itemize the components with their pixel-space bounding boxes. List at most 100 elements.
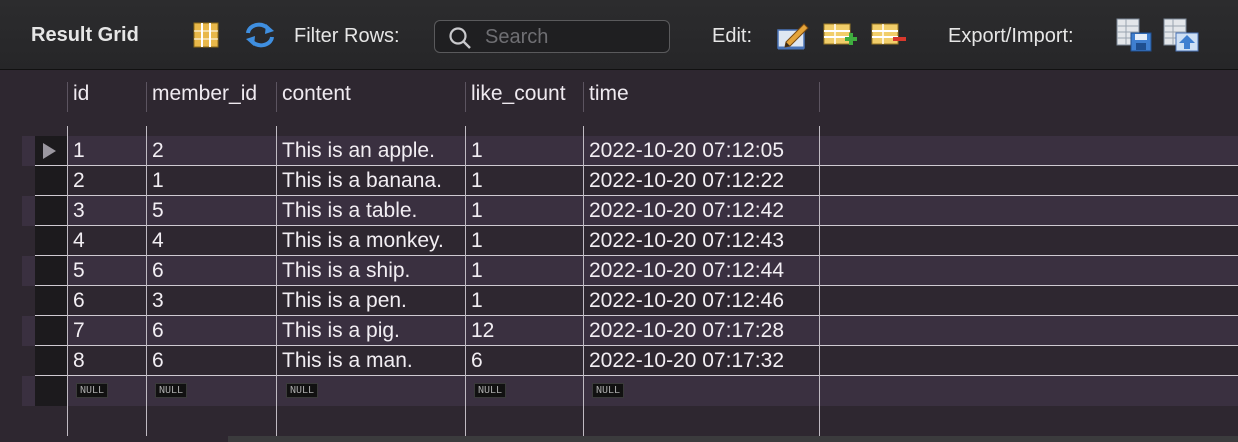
- horizontal-scrollbar[interactable]: [228, 436, 1238, 442]
- row-divider: [35, 165, 1238, 166]
- result-grid: id member_id content like_count time 1 2…: [0, 70, 1238, 442]
- delete-row-icon[interactable]: [871, 22, 907, 55]
- cell-content[interactable]: This is a ship.: [282, 259, 410, 283]
- column-divider: [146, 126, 147, 436]
- table-row[interactable]: 6 3 This is a pen. 1 2022-10-20 07:12:46: [0, 286, 1238, 316]
- row-divider: [35, 345, 1238, 346]
- grid-toggle-icon[interactable]: [193, 22, 219, 53]
- column-header-member-id[interactable]: member_id: [152, 82, 257, 112]
- row-selector[interactable]: [35, 226, 67, 256]
- cell-like-count[interactable]: 6: [471, 349, 483, 373]
- row-selector[interactable]: [35, 286, 67, 316]
- cell-content[interactable]: This is a pen.: [282, 289, 407, 313]
- cell-time[interactable]: 2022-10-20 07:12:05: [589, 139, 784, 163]
- column-header-content[interactable]: content: [282, 82, 351, 112]
- cell-content[interactable]: This is a pig.: [282, 319, 400, 343]
- cell-content[interactable]: This is a banana.: [282, 169, 442, 193]
- header-divider[interactable]: [583, 82, 584, 112]
- cell-like-count[interactable]: 1: [471, 229, 483, 253]
- null-badge[interactable]: NULL: [286, 383, 319, 398]
- cell-member-id[interactable]: 6: [152, 319, 164, 343]
- cell-id[interactable]: 7: [73, 319, 85, 343]
- cell-time[interactable]: 2022-10-20 07:12:42: [589, 199, 784, 223]
- cell-id[interactable]: 3: [73, 199, 85, 223]
- edit-pencil-icon[interactable]: [776, 20, 810, 57]
- cell-member-id[interactable]: 3: [152, 289, 164, 313]
- table-row[interactable]: 2 1 This is a banana. 1 2022-10-20 07:12…: [0, 166, 1238, 196]
- toolbar-title: Result Grid: [31, 24, 139, 46]
- header-divider[interactable]: [465, 82, 466, 112]
- column-divider: [67, 126, 68, 436]
- cell-like-count[interactable]: 1: [471, 289, 483, 313]
- row-selector[interactable]: [35, 166, 67, 196]
- row-selector[interactable]: [35, 256, 67, 286]
- null-badge[interactable]: NULL: [155, 383, 188, 398]
- result-grid-toolbar: Result Grid Filter Rows: Edit:: [0, 0, 1238, 70]
- cell-time[interactable]: 2022-10-20 07:17:28: [589, 319, 784, 343]
- cell-id[interactable]: 4: [73, 229, 85, 253]
- cell-like-count[interactable]: 1: [471, 169, 483, 193]
- table-row[interactable]: 7 6 This is a pig. 12 2022-10-20 07:17:2…: [0, 316, 1238, 346]
- refresh-icon[interactable]: [244, 22, 276, 53]
- cell-content[interactable]: This is a table.: [282, 199, 417, 223]
- cell-id[interactable]: 5: [73, 259, 85, 283]
- table-row[interactable]: 4 4 This is a monkey. 1 2022-10-20 07:12…: [0, 226, 1238, 256]
- filter-rows-label: Filter Rows:: [294, 25, 400, 47]
- edit-label: Edit:: [712, 25, 753, 47]
- search-box[interactable]: [434, 20, 670, 53]
- row-selector[interactable]: [35, 196, 67, 226]
- search-icon: [448, 26, 472, 55]
- cell-id[interactable]: 2: [73, 169, 85, 193]
- cell-content[interactable]: This is an apple.: [282, 139, 435, 163]
- cell-member-id[interactable]: 6: [152, 259, 164, 283]
- cell-content[interactable]: This is a monkey.: [282, 229, 444, 253]
- header-divider[interactable]: [67, 82, 68, 112]
- cell-like-count[interactable]: 1: [471, 199, 483, 223]
- cell-like-count[interactable]: 1: [471, 259, 483, 283]
- row-background: [22, 406, 1238, 436]
- new-row[interactable]: NULL NULL NULL NULL NULL: [0, 376, 1238, 406]
- row-divider: [35, 285, 1238, 286]
- cell-like-count[interactable]: 12: [471, 319, 494, 343]
- cell-member-id[interactable]: 5: [152, 199, 164, 223]
- cell-like-count[interactable]: 1: [471, 139, 483, 163]
- cell-member-id[interactable]: 1: [152, 169, 164, 193]
- table-row[interactable]: 1 2 This is an apple. 1 2022-10-20 07:12…: [0, 136, 1238, 166]
- row-selector[interactable]: [35, 376, 67, 406]
- column-header-id[interactable]: id: [73, 82, 89, 112]
- cell-time[interactable]: 2022-10-20 07:12:22: [589, 169, 784, 193]
- export-icon[interactable]: [1115, 17, 1153, 58]
- header-divider[interactable]: [146, 82, 147, 112]
- row-selector[interactable]: [35, 136, 67, 166]
- row-divider: [35, 375, 1238, 376]
- header-divider[interactable]: [276, 82, 277, 112]
- row-divider: [35, 225, 1238, 226]
- table-row[interactable]: 8 6 This is a man. 6 2022-10-20 07:17:32: [0, 346, 1238, 376]
- current-row-arrow-icon: [43, 143, 56, 159]
- cell-time[interactable]: 2022-10-20 07:12:44: [589, 259, 784, 283]
- null-badge[interactable]: NULL: [474, 383, 507, 398]
- column-divider: [583, 126, 584, 436]
- search-input[interactable]: [485, 25, 665, 49]
- header-divider[interactable]: [819, 82, 820, 112]
- cell-member-id[interactable]: 4: [152, 229, 164, 253]
- cell-id[interactable]: 6: [73, 289, 85, 313]
- row-selector[interactable]: [35, 346, 67, 376]
- null-badge[interactable]: NULL: [592, 383, 625, 398]
- cell-member-id[interactable]: 6: [152, 349, 164, 373]
- cell-id[interactable]: 8: [73, 349, 85, 373]
- cell-time[interactable]: 2022-10-20 07:12:46: [589, 289, 784, 313]
- cell-time[interactable]: 2022-10-20 07:17:32: [589, 349, 784, 373]
- cell-time[interactable]: 2022-10-20 07:12:43: [589, 229, 784, 253]
- row-selector[interactable]: [35, 316, 67, 346]
- cell-content[interactable]: This is a man.: [282, 349, 413, 373]
- add-row-icon[interactable]: [823, 22, 859, 55]
- import-icon[interactable]: [1162, 17, 1200, 58]
- cell-member-id[interactable]: 2: [152, 139, 164, 163]
- column-header-time[interactable]: time: [589, 82, 629, 112]
- cell-id[interactable]: 1: [73, 139, 85, 163]
- table-row[interactable]: 3 5 This is a table. 1 2022-10-20 07:12:…: [0, 196, 1238, 226]
- column-header-like-count[interactable]: like_count: [471, 82, 566, 112]
- null-badge[interactable]: NULL: [76, 383, 109, 398]
- table-row[interactable]: 5 6 This is a ship. 1 2022-10-20 07:12:4…: [0, 256, 1238, 286]
